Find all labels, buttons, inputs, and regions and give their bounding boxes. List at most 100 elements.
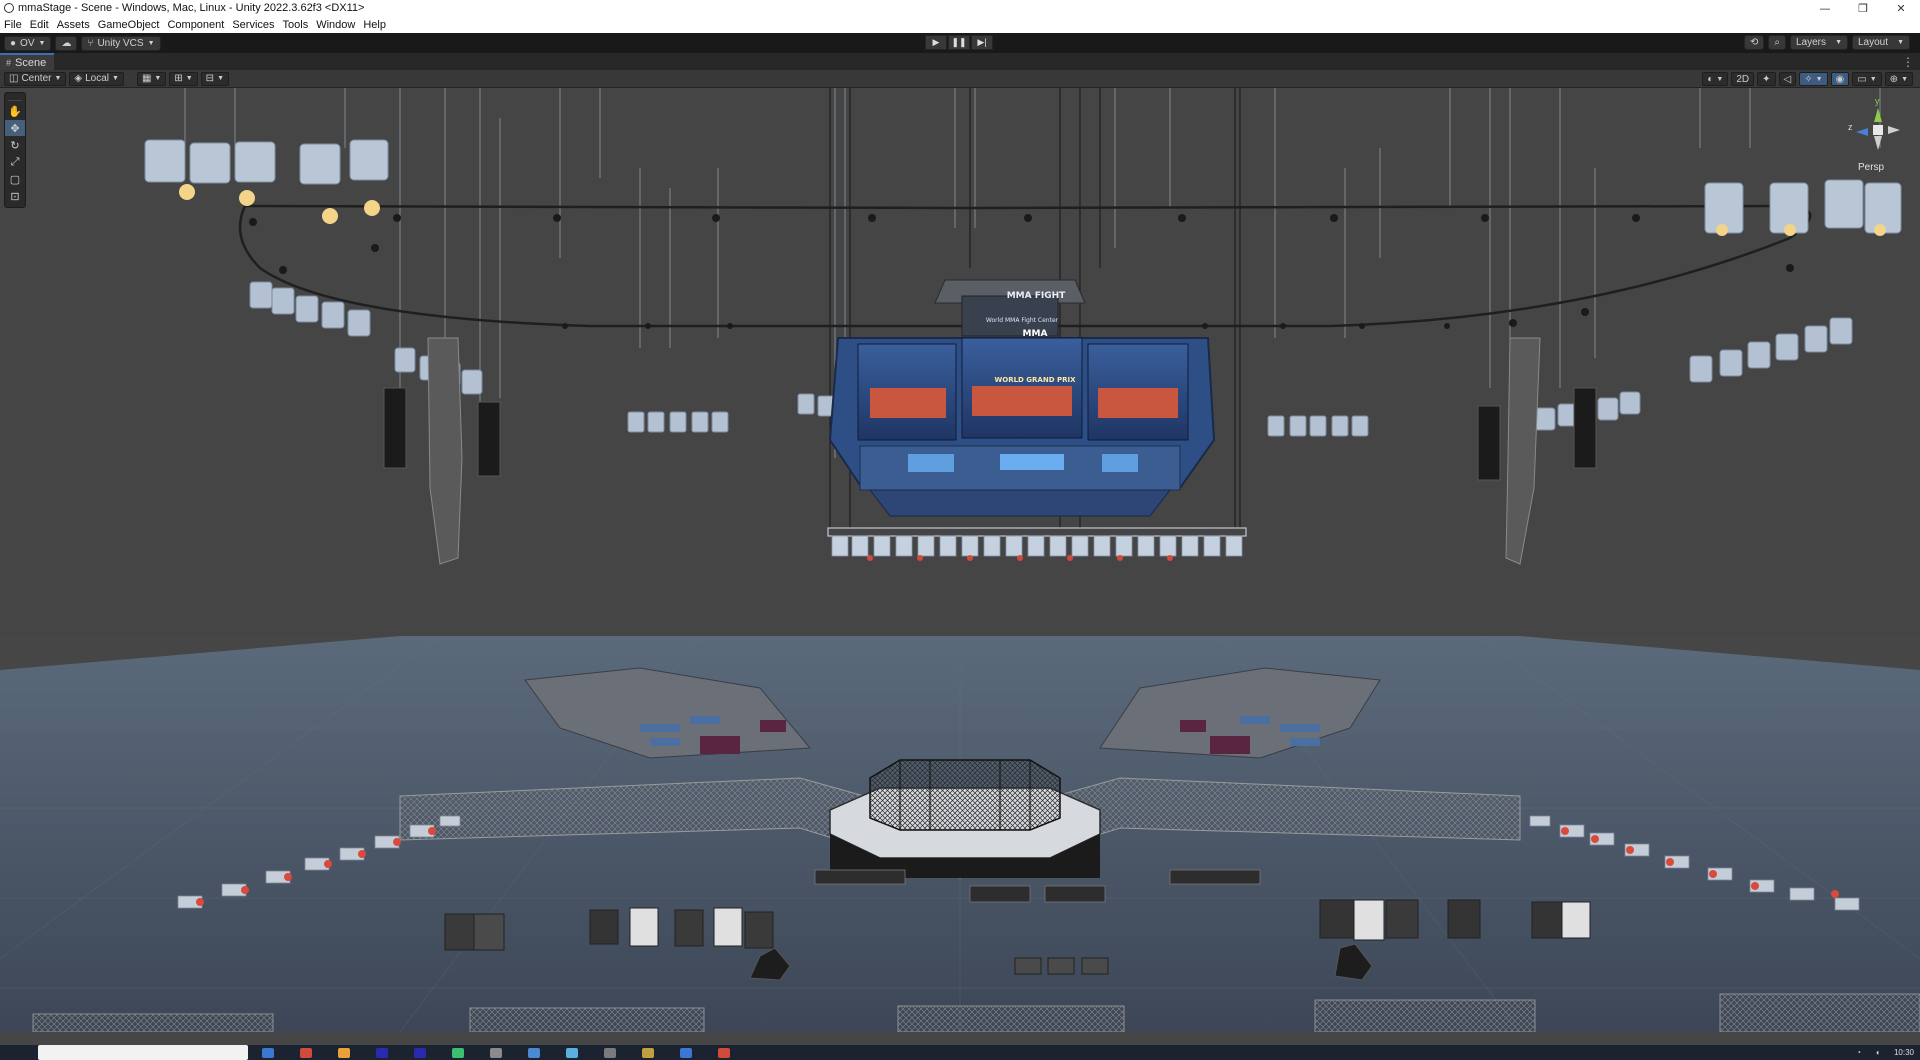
menu-edit[interactable]: Edit <box>30 19 49 31</box>
scene-toolbar-right: ◐ ▼ 2D ✦ ◁ ✧ ▼ ◉ ▭ ▼ ⊕ ▼ <box>1702 72 1916 86</box>
app-icon-3[interactable] <box>338 1047 350 1058</box>
menu-gameobject[interactable]: GameObject <box>98 19 160 31</box>
camera-dropdown[interactable]: ▭ ▼ <box>1852 72 1882 86</box>
visibility-toggle[interactable]: ◉ <box>1830 72 1850 86</box>
scale-tool-icon[interactable]: ⤢ <box>5 154 25 170</box>
eye-icon: ◉ <box>1835 73 1845 85</box>
taskbar-search[interactable] <box>38 1045 248 1060</box>
undo-history-button[interactable]: ⟲ <box>1744 35 1765 50</box>
step-button[interactable]: ▶| <box>971 35 993 50</box>
account-label: OV <box>20 37 35 49</box>
snap-toggle[interactable]: ⊞ ▼ <box>169 71 198 86</box>
window-title: mmaStage - Scene - Windows, Mac, Linux -… <box>18 2 365 14</box>
scene-viewport[interactable]: MMA FIGHT World MMA Fight Center MMA WOR… <box>0 88 1920 1032</box>
pause-button[interactable]: ❚❚ <box>948 35 970 50</box>
app-icon-4[interactable] <box>376 1047 388 1058</box>
kebab-menu-icon[interactable]: ⋮ <box>1902 55 1914 69</box>
search-icon: ⌕ <box>1774 37 1780 48</box>
layout-dropdown[interactable]: Layout ▼ <box>1852 35 1910 50</box>
volume-icon[interactable]: ◖ <box>1875 1048 1880 1057</box>
lighting-toggle[interactable]: ✦ <box>1757 72 1776 86</box>
app-icon-9[interactable] <box>566 1047 578 1058</box>
menu-help[interactable]: Help <box>363 19 386 31</box>
app-icon-11[interactable] <box>642 1047 654 1058</box>
transform-tool-icon[interactable]: ⊡ <box>5 188 25 204</box>
app-icon-1[interactable] <box>262 1047 274 1058</box>
jumbotron-title: MMA FIGHT <box>1007 291 1066 301</box>
gizmo-axis-z: z <box>1848 122 1853 132</box>
cloud-button[interactable]: ☁ <box>55 35 78 51</box>
moving-heads-top-right <box>1704 179 1902 234</box>
effects-dropdown[interactable]: ✧ ▼ <box>1799 72 1828 86</box>
app-icon-2[interactable] <box>300 1047 312 1058</box>
account-dropdown[interactable]: ● OV ▼ <box>4 35 52 51</box>
menu-services[interactable]: Services <box>232 19 274 31</box>
chevron-down-icon: ▼ <box>1835 39 1842 46</box>
menu-assets[interactable]: Assets <box>57 19 90 31</box>
menu-window[interactable]: Window <box>316 19 355 31</box>
clock[interactable]: 10:30 <box>1894 1048 1914 1057</box>
shading-icon: ◐ <box>1707 73 1714 85</box>
chevron-down-icon: ▼ <box>1716 75 1724 83</box>
app-icon-8[interactable] <box>528 1047 540 1058</box>
app-icon-12[interactable] <box>680 1047 692 1058</box>
layers-label: Layers <box>1796 37 1827 48</box>
audio-toggle[interactable]: ◁ <box>1778 72 1797 86</box>
increment-snap-toggle[interactable]: ⊟ ▼ <box>200 71 229 86</box>
space-label: Local <box>85 73 110 84</box>
grid-toggle[interactable]: ▦ ▼ <box>136 71 167 86</box>
move-tool-icon[interactable]: ✥ <box>5 120 25 136</box>
os-taskbar: ◔ ◖ 10:30 <box>0 1045 1920 1060</box>
app-icon-13[interactable] <box>718 1047 730 1058</box>
transform-tool-palette: ✋ ✥ ↻ ⤢ ▢ ⊡ <box>4 92 26 208</box>
account-icon: ● <box>10 37 17 49</box>
app-icon-6[interactable] <box>452 1047 464 1058</box>
vcs-label: Unity VCS <box>97 37 144 49</box>
chevron-down-icon: ▼ <box>38 39 46 47</box>
app-icon-5[interactable] <box>414 1047 426 1058</box>
draw-mode-dropdown[interactable]: ◐ ▼ <box>1702 72 1729 86</box>
pivot-label: Center <box>21 73 52 84</box>
chevron-down-icon: ▼ <box>147 39 155 47</box>
effects-icon: ✧ <box>1804 73 1813 85</box>
chevron-down-icon: ▼ <box>1815 75 1823 83</box>
version-control-dropdown[interactable]: ⑂ Unity VCS ▼ <box>81 35 161 51</box>
tab-scene-label: Scene <box>15 56 47 69</box>
camera-icon: ▭ <box>1857 73 1867 85</box>
layout-label: Layout <box>1858 37 1889 48</box>
rect-tool-icon[interactable]: ▢ <box>5 171 25 187</box>
toggle-2d-button[interactable]: 2D <box>1731 72 1755 86</box>
chevron-down-icon: ▼ <box>185 75 193 82</box>
pivot-rotation-dropdown[interactable]: ◈ Local ▼ <box>69 71 124 86</box>
scene-tab-icon: # <box>6 57 12 68</box>
hand-tool-icon[interactable]: ✋ <box>5 103 25 119</box>
orientation-gizmo[interactable]: y z Persp <box>1848 96 1908 175</box>
network-icon[interactable]: ◔ <box>1856 1048 1861 1057</box>
menu-component[interactable]: Component <box>167 19 224 31</box>
app-icon-7[interactable] <box>490 1047 502 1058</box>
play-controls: ▶ ❚❚ ▶| <box>925 35 994 50</box>
menu-file[interactable]: File <box>4 19 22 31</box>
maximize-button[interactable]: ❐ <box>1844 2 1882 15</box>
rotate-tool-icon[interactable]: ↻ <box>5 137 25 153</box>
title-bar: mmaStage - Scene - Windows, Mac, Linux -… <box>0 0 1920 16</box>
gizmo-icon: ⊕ <box>1889 73 1899 85</box>
increment-snap-icon: ⊟ <box>205 73 215 84</box>
tab-scene[interactable]: # Scene <box>0 53 55 70</box>
pivot-mode-dropdown[interactable]: ◫ Center ▼ <box>4 71 67 86</box>
palette-grip[interactable] <box>8 95 22 101</box>
projection-label[interactable]: Persp <box>1858 162 1884 173</box>
vcs-icon: ⑂ <box>87 37 94 49</box>
gizmo-axis-y: y <box>1875 96 1880 106</box>
layers-dropdown[interactable]: Layers ▼ <box>1790 35 1848 50</box>
close-button[interactable]: ✕ <box>1882 2 1920 15</box>
app-icon-10[interactable] <box>604 1047 616 1058</box>
chevron-down-icon: ▼ <box>154 75 162 82</box>
menu-tools[interactable]: Tools <box>283 19 309 31</box>
gizmos-dropdown[interactable]: ⊕ ▼ <box>1884 72 1913 86</box>
minimize-button[interactable]: — <box>1806 2 1844 15</box>
search-button[interactable]: ⌕ <box>1768 35 1786 50</box>
chevron-down-icon: ▼ <box>1901 75 1908 83</box>
play-button[interactable]: ▶ <box>925 35 947 50</box>
tab-bar: # Scene ⋮ <box>0 53 1920 70</box>
